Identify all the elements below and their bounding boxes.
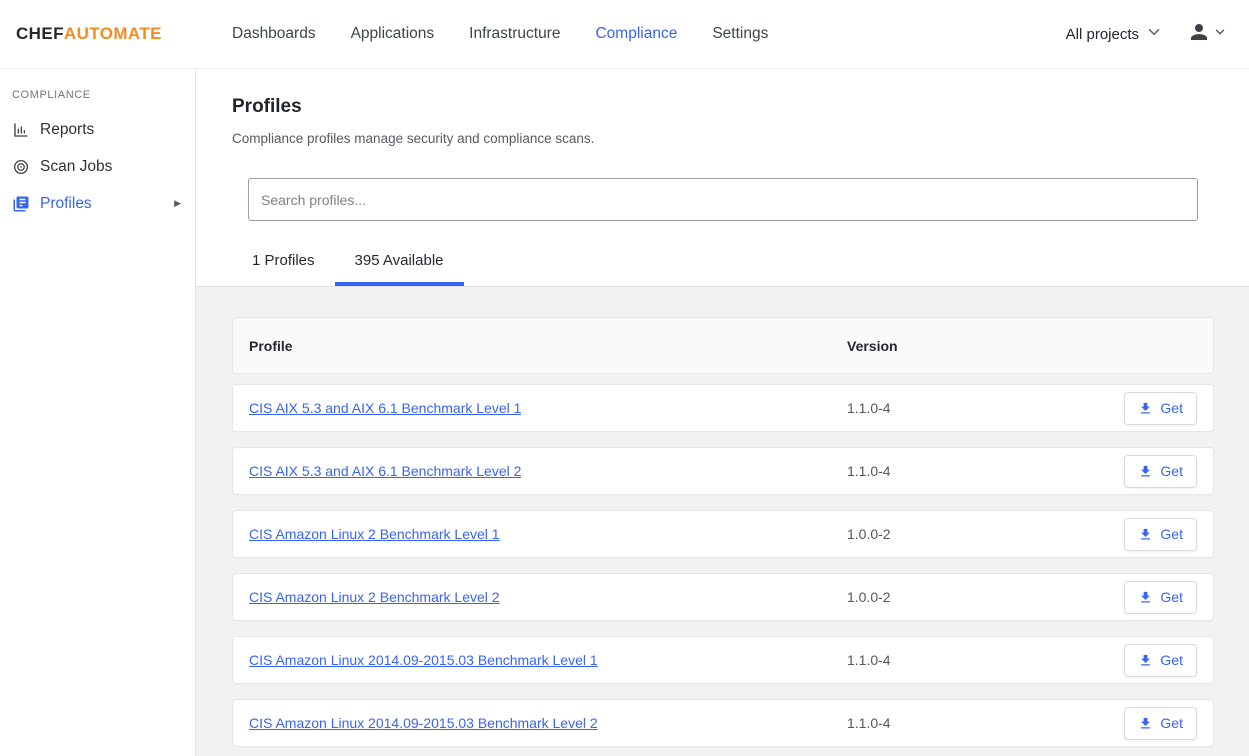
sidebar-item-reports[interactable]: Reports <box>0 111 195 148</box>
get-button[interactable]: Get <box>1124 644 1197 677</box>
version-value: 1.1.0-4 <box>847 715 1077 731</box>
user-avatar-icon <box>1187 20 1211 49</box>
main-content: Profiles Compliance profiles manage secu… <box>196 69 1249 756</box>
compliance-sidebar: COMPLIANCE Reports Scan Jobs Profiles ▶ <box>0 69 196 756</box>
get-button[interactable]: Get <box>1124 707 1197 740</box>
profile-link[interactable]: CIS Amazon Linux 2 Benchmark Level 1 <box>249 526 500 542</box>
version-value: 1.0.0-2 <box>847 526 1077 542</box>
search-container <box>248 178 1198 221</box>
download-icon <box>1138 590 1153 605</box>
sidebar-item-label: Scan Jobs <box>40 158 112 176</box>
logo-automate-text: AUTOMATE <box>64 24 162 44</box>
nav-item-applications[interactable]: Applications <box>351 25 435 43</box>
profiles-tabs: 1 Profiles 395 Available <box>232 234 1214 286</box>
column-header-profile: Profile <box>249 338 847 354</box>
radar-icon <box>12 158 30 176</box>
get-button-label: Get <box>1160 400 1183 416</box>
get-button[interactable]: Get <box>1124 392 1197 425</box>
download-icon <box>1138 527 1153 542</box>
tab-my-profiles[interactable]: 1 Profiles <box>232 234 335 286</box>
download-icon <box>1138 716 1153 731</box>
download-icon <box>1138 653 1153 668</box>
page-subtitle: Compliance profiles manage security and … <box>232 131 1214 147</box>
get-button-label: Get <box>1160 652 1183 668</box>
get-button[interactable]: Get <box>1124 581 1197 614</box>
nav-item-compliance[interactable]: Compliance <box>595 25 677 43</box>
user-menu[interactable] <box>1187 20 1227 49</box>
top-navbar: CHEFAUTOMATE Dashboards Applications Inf… <box>0 0 1249 69</box>
main-navigation: Dashboards Applications Infrastructure C… <box>216 25 768 43</box>
get-button-label: Get <box>1160 463 1183 479</box>
get-button[interactable]: Get <box>1124 518 1197 551</box>
table-row: CIS Amazon Linux 2014.09-2015.03 Benchma… <box>232 699 1214 747</box>
version-value: 1.1.0-4 <box>847 652 1077 668</box>
version-value: 1.1.0-4 <box>847 400 1077 416</box>
get-button-label: Get <box>1160 526 1183 542</box>
profiles-table-section: Profile Version CIS AIX 5.3 and AIX 6.1 … <box>196 287 1249 756</box>
table-row: CIS Amazon Linux 2 Benchmark Level 1 1.0… <box>232 510 1214 558</box>
chevron-down-icon <box>1145 23 1163 46</box>
sidebar-item-profiles[interactable]: Profiles ▶ <box>0 185 195 222</box>
page-layout: COMPLIANCE Reports Scan Jobs Profiles ▶ … <box>0 69 1249 756</box>
profile-link[interactable]: CIS Amazon Linux 2014.09-2015.03 Benchma… <box>249 652 598 668</box>
table-row: CIS AIX 5.3 and AIX 6.1 Benchmark Level … <box>232 384 1214 432</box>
table-row: CIS Amazon Linux 2 Benchmark Level 2 1.0… <box>232 573 1214 621</box>
sidebar-item-scan-jobs[interactable]: Scan Jobs <box>0 148 195 185</box>
chevron-down-icon <box>1213 25 1227 44</box>
version-value: 1.0.0-2 <box>847 589 1077 605</box>
profile-link[interactable]: CIS Amazon Linux 2014.09-2015.03 Benchma… <box>249 715 598 731</box>
profile-link[interactable]: CIS AIX 5.3 and AIX 6.1 Benchmark Level … <box>249 463 521 479</box>
sidebar-section-label: COMPLIANCE <box>0 89 195 111</box>
projects-dropdown-label: All projects <box>1066 26 1139 43</box>
navbar-right: All projects <box>1066 20 1249 49</box>
column-header-version: Version <box>847 338 1077 354</box>
profile-link[interactable]: CIS Amazon Linux 2 Benchmark Level 2 <box>249 589 500 605</box>
download-icon <box>1138 401 1153 416</box>
nav-item-settings[interactable]: Settings <box>712 25 768 43</box>
logo-chef-text: CHEF <box>16 24 64 44</box>
search-input[interactable] <box>248 178 1198 221</box>
expand-arrow-icon[interactable]: ▶ <box>174 198 181 209</box>
get-button[interactable]: Get <box>1124 455 1197 488</box>
library-icon <box>12 195 30 213</box>
page-title: Profiles <box>232 96 1214 118</box>
projects-dropdown[interactable]: All projects <box>1066 23 1163 46</box>
tab-available-profiles[interactable]: 395 Available <box>335 234 464 286</box>
bar-chart-icon <box>12 121 30 139</box>
table-row: CIS AIX 5.3 and AIX 6.1 Benchmark Level … <box>232 447 1214 495</box>
get-button-label: Get <box>1160 715 1183 731</box>
profile-link[interactable]: CIS AIX 5.3 and AIX 6.1 Benchmark Level … <box>249 400 521 416</box>
nav-item-infrastructure[interactable]: Infrastructure <box>469 25 560 43</box>
nav-item-dashboards[interactable]: Dashboards <box>232 25 316 43</box>
version-value: 1.1.0-4 <box>847 463 1077 479</box>
table-row: CIS Amazon Linux 2014.09-2015.03 Benchma… <box>232 636 1214 684</box>
table-header-row: Profile Version <box>232 317 1214 374</box>
chef-automate-logo[interactable]: CHEFAUTOMATE <box>0 24 216 44</box>
sidebar-item-label: Reports <box>40 121 94 139</box>
sidebar-item-label: Profiles <box>40 195 92 213</box>
download-icon <box>1138 464 1153 479</box>
profiles-header-section: Profiles Compliance profiles manage secu… <box>196 69 1249 287</box>
get-button-label: Get <box>1160 589 1183 605</box>
